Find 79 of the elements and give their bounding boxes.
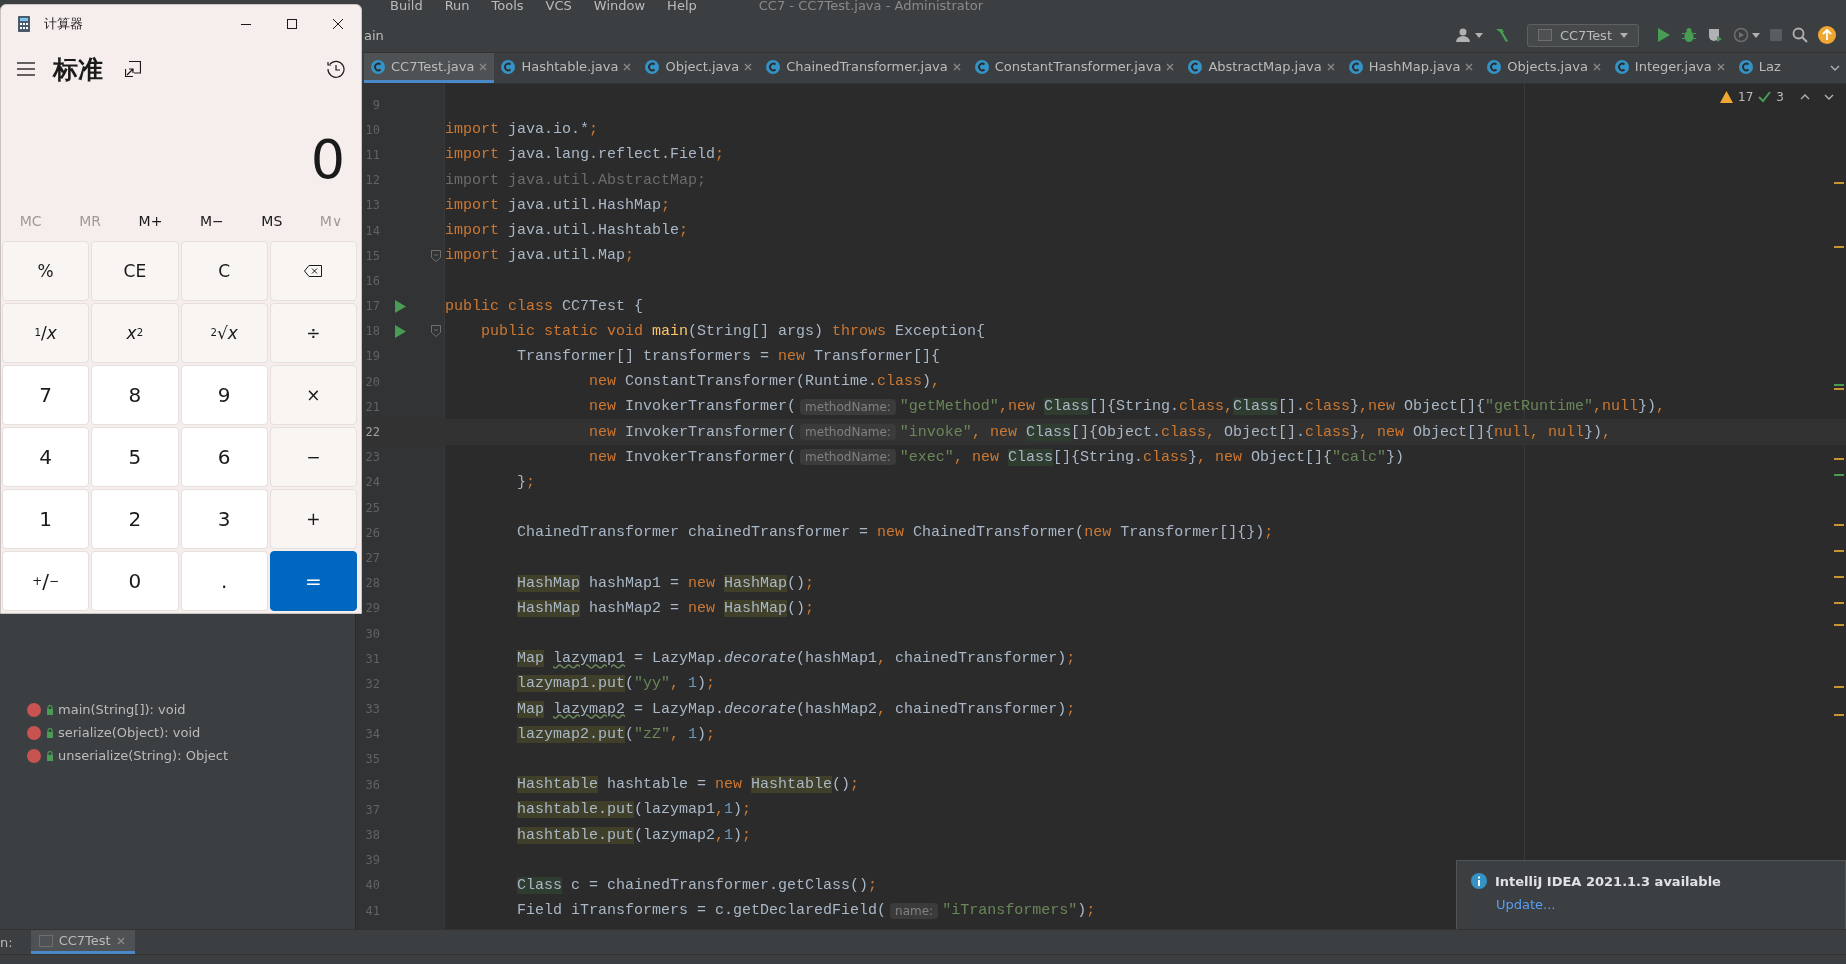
- code-line: new InvokerTransformer( methodName: "getMethod",new Class[]{String.class,Class[].class},new Object[]{"getRuntime",null}),: [588, 398, 1666, 416]
- menu-item[interactable]: Build: [390, 0, 423, 12]
- operator-key[interactable]: $^{2}$√x: [180, 303, 268, 363]
- check-count[interactable]: 3: [1776, 90, 1784, 104]
- menu-item[interactable]: Tools: [491, 0, 524, 12]
- digit-key[interactable]: 1: [2, 489, 90, 549]
- operator-key[interactable]: CE: [91, 241, 179, 301]
- menu-item[interactable]: Window: [593, 0, 646, 12]
- editor-tab[interactable]: Laz: [1731, 53, 1788, 83]
- editor-tab[interactable]: CC7Test.java: [364, 53, 495, 83]
- code-line: public static void main(String[] args) throws Exception{: [480, 322, 986, 340]
- window-title: CC7 - CC7Test.java - Administrator: [758, 0, 984, 12]
- code-line: import java.util.Map;: [445, 247, 635, 265]
- menu-item[interactable]: VCS: [545, 0, 572, 12]
- code-line: Hashtable hashtable = new Hashtable();: [516, 776, 860, 794]
- memory-button[interactable]: MS: [253, 209, 291, 233]
- code-line: ChainedTransformer chainedTransformer = new ChainedTransformer(new Transformer[]{});: [516, 524, 1274, 542]
- digit-key[interactable]: 9: [180, 365, 268, 425]
- digit-key[interactable]: 0: [91, 551, 179, 611]
- code-line: import java.util.AbstractMap;: [445, 171, 707, 189]
- code-line: };: [516, 473, 536, 491]
- code-line: Field iTransformers = c.getDeclaredField( name: "iTransformers");: [516, 902, 1096, 920]
- line-number: 22: [364, 425, 380, 440]
- run-tab[interactable]: CC7Test: [30, 930, 135, 954]
- digit-key[interactable]: 2: [91, 489, 179, 549]
- editor-tab[interactable]: Object.java: [638, 53, 760, 83]
- menu-item[interactable]: Help: [667, 0, 697, 12]
- window-title: 计算器: [44, 15, 83, 33]
- memory-button[interactable]: M−: [191, 209, 232, 233]
- mode-title: 标准: [53, 53, 103, 86]
- equals-key[interactable]: =: [269, 551, 357, 611]
- editor-tab[interactable]: Objects.java: [1480, 53, 1608, 83]
- breadcrumb[interactable]: ain: [364, 27, 384, 43]
- digit-key[interactable]: 3: [180, 489, 268, 549]
- warning-count[interactable]: 17: [1738, 90, 1754, 104]
- operator-key[interactable]: x$^{2}$: [91, 303, 179, 363]
- code-line: import java.util.HashMap;: [445, 196, 671, 214]
- code-line: HashMap hashMap1 = new HashMap();: [516, 574, 815, 592]
- code-line: Class c = chainedTransformer.getClass();: [516, 876, 878, 894]
- code-line: import java.util.Hashtable;: [445, 222, 689, 240]
- menu-item[interactable]: Run: [444, 0, 470, 12]
- code-line: new InvokerTransformer( methodName: "exec", new Class[]{String.class}, new Object[]{"calc"}): [588, 448, 1404, 466]
- code-line: public class CC7Test {: [445, 297, 644, 315]
- code-line: import java.io.*;: [445, 121, 599, 139]
- digit-key[interactable]: 7: [2, 365, 90, 425]
- digit-key[interactable]: 5: [91, 427, 179, 487]
- operator-key[interactable]: +: [269, 489, 357, 549]
- digit-key[interactable]: 8: [91, 365, 179, 425]
- operator-key[interactable]: ÷: [269, 303, 357, 363]
- operator-key[interactable]: C: [180, 241, 268, 301]
- editor-tab[interactable]: Integer.java: [1607, 53, 1732, 83]
- code-line: HashMap hashMap2 = new HashMap();: [516, 599, 815, 617]
- structure-item[interactable]: unserialize(String): Object: [0, 744, 355, 767]
- run-configuration-dropdown[interactable]: CC7Test: [1526, 23, 1639, 47]
- editor-tab[interactable]: ConstantTransformer.java: [967, 53, 1182, 83]
- code-line: Map lazymap2 = LazyMap.decorate(hashMap2, chainedTransformer);: [516, 700, 1076, 718]
- operator-key[interactable]: −: [269, 427, 357, 487]
- operator-key[interactable]: ×: [269, 365, 357, 425]
- code-line: Transformer[] transformers = new Transformer[]{: [516, 347, 941, 365]
- editor-tab[interactable]: AbstractMap.java: [1181, 53, 1342, 83]
- operator-key[interactable]: %: [2, 241, 90, 301]
- code-line: new ConstantTransformer(Runtime.class),: [588, 373, 941, 391]
- memory-button[interactable]: M+: [130, 209, 171, 233]
- tool-window-label: n:: [0, 933, 14, 952]
- digit-key[interactable]: 4: [2, 427, 90, 487]
- editor-tab[interactable]: HashMap.java: [1341, 53, 1481, 83]
- code-line: new InvokerTransformer( methodName: "invoke", new Class[]{Object.class, Object[].class}, new Object[]{null, null}),: [588, 423, 1612, 441]
- digit-key[interactable]: .: [180, 551, 268, 611]
- operator-key[interactable]: $^{1}$/x: [2, 303, 90, 363]
- update-link[interactable]: Update...: [1496, 897, 1556, 912]
- structure-item[interactable]: serialize(Object): void: [0, 721, 355, 744]
- digit-key[interactable]: 6: [180, 427, 268, 487]
- structure-item[interactable]: main(String[]): void: [0, 698, 355, 721]
- code-line: import java.lang.reflect.Field;: [445, 146, 725, 164]
- editor-tab[interactable]: Hashtable.java: [494, 53, 639, 83]
- code-line: Map lazymap1 = LazyMap.decorate(hashMap1, chainedTransformer);: [516, 650, 1076, 668]
- editor-tab[interactable]: ChainedTransformer.java: [759, 53, 968, 83]
- notification-title: IntelliJ IDEA 2021.1.3 available: [1495, 873, 1721, 889]
- display-value: 0: [310, 133, 345, 187]
